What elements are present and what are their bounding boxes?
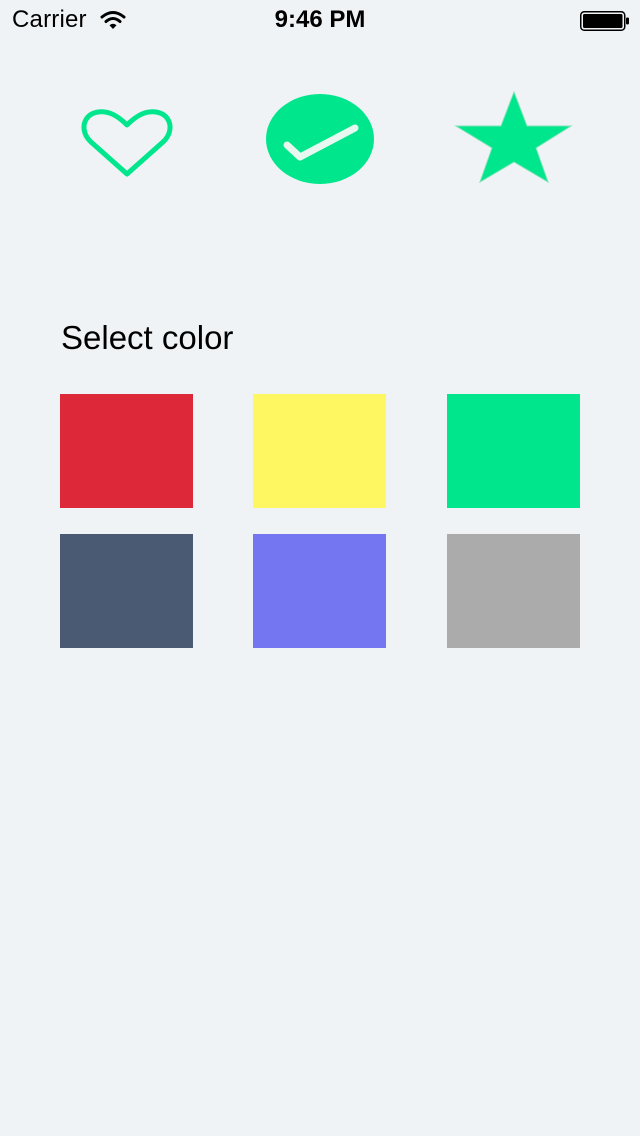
star-icon[interactable] <box>454 90 574 186</box>
status-time: 9:46 PM <box>274 6 366 33</box>
action-icon-row <box>0 88 640 188</box>
checkmark-circle-icon[interactable] <box>264 92 376 186</box>
color-swatch-slate[interactable] <box>60 534 193 648</box>
color-swatch-green[interactable] <box>447 394 580 508</box>
select-color-title: Select color <box>61 319 234 356</box>
battery-full-icon <box>580 11 629 31</box>
color-swatch-red[interactable] <box>60 394 193 508</box>
color-swatch-violet[interactable] <box>253 534 386 648</box>
heart-icon[interactable] <box>78 102 178 178</box>
status-bar: Carrier 9:46 PM <box>0 0 640 40</box>
color-swatch-gray[interactable] <box>447 534 580 648</box>
color-swatch-yellow[interactable] <box>253 394 386 508</box>
